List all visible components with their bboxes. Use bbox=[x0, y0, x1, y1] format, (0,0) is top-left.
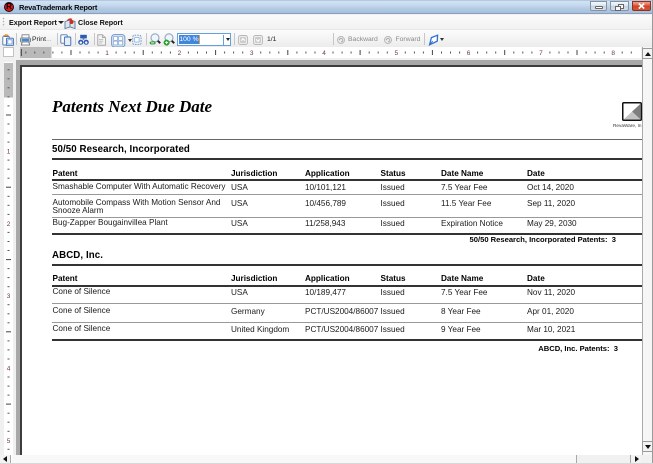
svg-text:8: 8 bbox=[611, 50, 615, 57]
svg-text:6: 6 bbox=[467, 50, 471, 57]
svg-text:2: 2 bbox=[178, 50, 182, 57]
svg-text:7: 7 bbox=[539, 50, 543, 57]
svg-text:1: 1 bbox=[7, 149, 11, 156]
svg-text:2: 2 bbox=[7, 221, 11, 228]
svg-text:3: 3 bbox=[7, 293, 11, 300]
svg-text:4: 4 bbox=[322, 50, 326, 57]
svg-text:3: 3 bbox=[250, 50, 254, 57]
svg-text:4: 4 bbox=[7, 366, 11, 373]
svg-text:5: 5 bbox=[7, 438, 11, 445]
svg-text:1: 1 bbox=[105, 50, 109, 57]
svg-text:5: 5 bbox=[394, 50, 398, 57]
